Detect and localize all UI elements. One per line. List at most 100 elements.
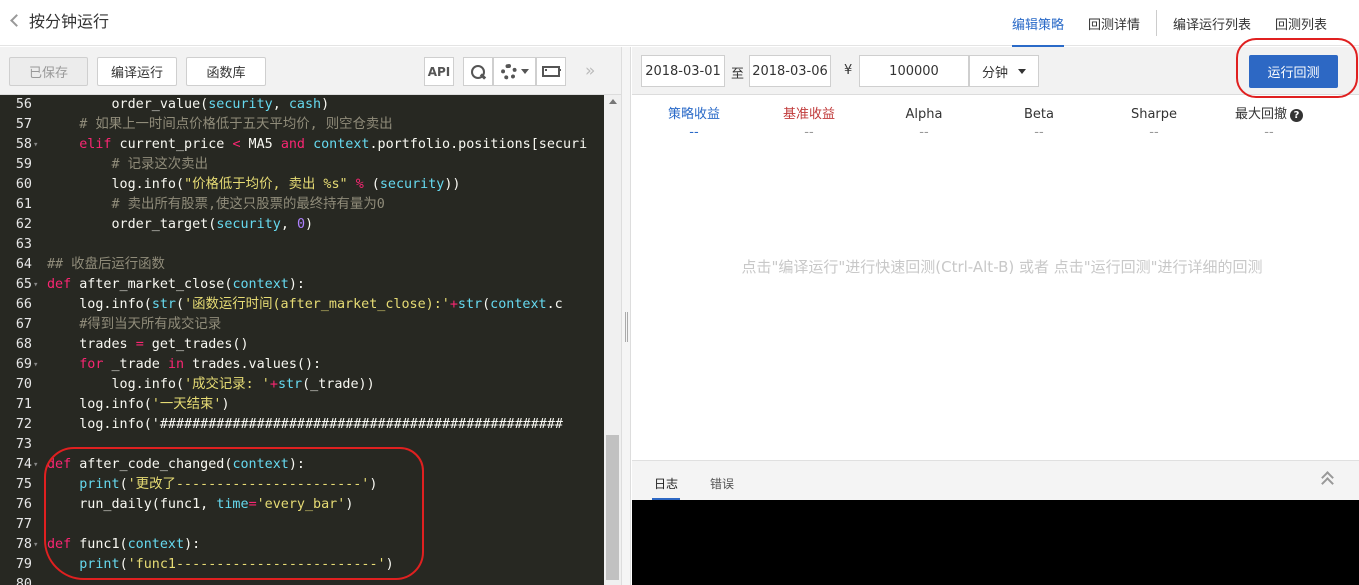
line-number: 68 [15,337,32,352]
tab-edit-strategy[interactable]: 编辑策略 [1000,0,1076,47]
fold-toggle-icon[interactable]: ▾ [33,355,41,375]
search-icon [471,64,485,79]
pane-splitter[interactable] [621,47,631,585]
code-text: trades = get_trades() [47,337,249,352]
code-text: order_value(security, cash) [47,97,330,112]
fold-toggle-icon[interactable]: ▾ [33,455,41,475]
compile-run-button[interactable]: 编译运行 [97,57,177,86]
code-line[interactable]: 58 ▾ elif current_price < MA5 and context… [0,135,604,155]
keyboard-shortcuts-button[interactable] [536,57,566,86]
function-library-button[interactable]: 函数库 [186,57,266,86]
line-number: 59 [15,157,32,172]
code-text: for _trade in trades.values(): [79,357,322,372]
capital-input[interactable]: 100000 [859,55,969,87]
settings-button[interactable] [493,57,536,86]
code-text: # 如果上一时间点价格低于五天平均价, 则空仓卖出 [79,117,393,132]
metric-value: -- [1149,125,1159,140]
code-line[interactable]: 65 ▾ def after_market_close(context): [0,275,604,295]
start-date-field[interactable]: 2018-03-01 [641,55,725,87]
line-number: 58 [15,137,32,152]
metric-label: 策略收益 [667,107,720,122]
tab-backtest-details[interactable]: 回测详情 [1076,0,1152,46]
code-line[interactable]: 57 # 如果上一时间点价格低于五天平均价, 则空仓卖出 [0,115,604,135]
metric-label: Sharpe [1130,107,1178,122]
expand-panel-button[interactable] [1321,471,1335,490]
code-line[interactable]: 59 # 记录这次卖出 [0,155,604,175]
metric-value: -- [1034,125,1044,140]
line-number: 66 [15,297,32,312]
line-number: 75 [15,477,32,492]
metric-sharpe: Sharpe -- [1104,106,1204,142]
editor-scrollbar[interactable] [604,95,621,585]
line-number: 72 [15,417,32,432]
line-number: 70 [15,377,32,392]
code-text: log.info(str('函数运行时间(after_market_close)… [47,297,563,312]
code-line[interactable]: 72 log.info('###########################… [0,415,604,435]
date-range-separator: 至 [731,67,745,82]
frequency-select[interactable]: 分钟 [969,55,1039,87]
gear-icon [500,63,517,80]
keyboard-icon [542,66,561,77]
code-text: elif current_price < MA5 and context.por… [79,137,588,152]
code-line[interactable]: 64 ## 收盘后运行函数 [0,255,604,275]
metric-value: -- [1264,125,1274,140]
collapse-panel-button[interactable]: » [585,61,596,81]
code-line[interactable]: 63 [0,235,604,255]
code-line[interactable]: 71 log.info('一天结束') [0,395,604,415]
code-text: # 记录这次卖出 [111,157,208,172]
fold-toggle-icon[interactable]: ▾ [33,135,41,155]
line-number: 69 [15,357,32,372]
log-output [632,500,1359,585]
code-text: log.info("价格低于均价, 卖出 %s" % (security)) [47,177,461,192]
code-line[interactable]: 67 #得到当天所有成交记录 [0,315,604,335]
code-line[interactable]: 66 log.info(str('函数运行时间(after_market_clo… [0,295,604,315]
line-number: 57 [15,117,32,132]
empty-state-hint: 点击"编译运行"进行快速回测(Ctrl-Alt-B) 或者 点击"运行回测"进行… [741,258,1263,276]
line-number: 71 [15,397,32,412]
frequency-value: 分钟 [981,65,1008,81]
end-date-field[interactable]: 2018-03-06 [749,55,831,87]
page-title: 按分钟运行 [29,12,110,31]
metric-strategy-return: 策略收益 -- [644,106,744,142]
caret-down-icon [1018,68,1026,74]
splitter-grip-icon[interactable] [625,312,628,342]
line-number: 56 [15,97,32,112]
metric-max-drawdown: 最大回撤 ? -- [1219,106,1319,142]
tab-errors[interactable]: 错误 [710,475,734,492]
saved-button[interactable]: 已保存 [9,57,88,86]
metric-benchmark-return: 基准收益 -- [759,106,859,142]
chevron-left-icon [10,13,23,27]
code-text: log.info('成交记录: '+str(_trade)) [47,377,375,392]
line-number: 62 [15,217,32,232]
scrollbar-thumb[interactable] [606,435,619,580]
metric-label: Alpha [905,107,943,122]
line-number: 74 [15,457,32,472]
annotation-circle-run-button [1236,38,1358,98]
code-text: def after_market_close(context): [47,277,305,292]
code-line[interactable]: 56 order_value(security, cash) [0,95,604,115]
code-line[interactable]: 62 order_target(security, 0) [0,215,604,235]
code-line[interactable]: 61 # 卖出所有股票,使这只股票的最终持有量为0 [0,195,604,215]
api-button[interactable]: API [424,57,454,86]
help-icon[interactable]: ? [1290,108,1303,122]
line-number: 61 [15,197,32,212]
metrics-row: 策略收益 -- 基准收益 -- Alpha -- Beta -- Sharpe … [632,96,1359,146]
code-line[interactable]: 68 trades = get_trades() [0,335,604,355]
code-line[interactable]: 69 ▾ for _trade in trades.values(): [0,355,604,375]
tab-log[interactable]: 日志 [651,475,681,501]
fold-toggle-icon[interactable]: ▾ [33,275,41,295]
search-button[interactable] [463,57,493,86]
code-line[interactable]: 70 log.info('成交记录: '+str(_trade)) [0,375,604,395]
line-number: 78 [15,537,32,552]
code-text: order_target(security, 0) [47,217,314,232]
fold-toggle-icon[interactable]: ▾ [33,535,41,555]
code-text: # 卖出所有股票,使这只股票的最终持有量为0 [111,197,385,212]
scroll-up-arrow-icon[interactable] [609,99,617,104]
line-number: 60 [15,177,32,192]
line-number: 67 [15,317,32,332]
editor-toolbar: 已保存 编译运行 函数库 API » [0,47,621,95]
back-button[interactable]: 按分钟运行 [8,9,109,31]
line-number: 77 [15,517,32,532]
currency-symbol: ¥ [844,63,853,78]
code-line[interactable]: 60 log.info("价格低于均价, 卖出 %s" % (security)… [0,175,604,195]
